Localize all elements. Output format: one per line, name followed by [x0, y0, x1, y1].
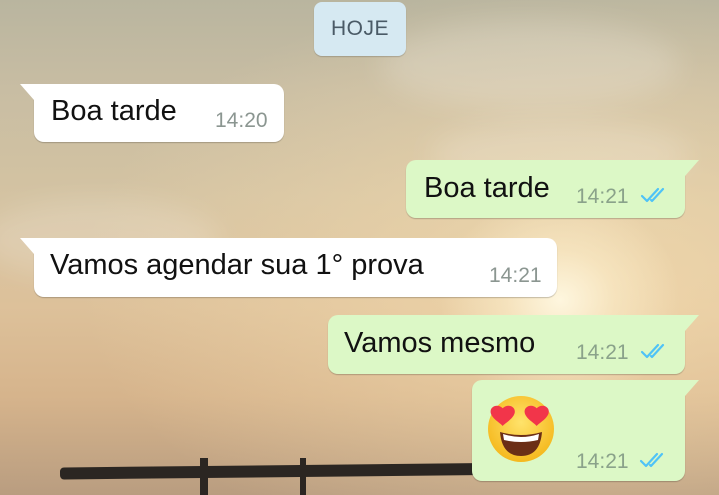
message-text: Boa tarde	[424, 172, 550, 204]
message-time: 14:21	[576, 450, 629, 473]
message-text: Boa tarde	[51, 95, 177, 127]
message-time: 14:20	[215, 109, 268, 132]
message-time: 14:21	[489, 264, 542, 287]
message-bubble-outgoing[interactable]: Vamos mesmo 14:21	[328, 315, 699, 374]
double-check-icon	[640, 343, 665, 359]
message-time: 14:21	[576, 341, 629, 364]
heart-eyes-emoji-icon	[488, 396, 554, 462]
message-text: Vamos mesmo	[344, 327, 536, 359]
message-bubble-outgoing[interactable]: 14:21	[472, 380, 699, 481]
message-bubble-incoming[interactable]: Vamos agendar sua 1° prova 14:21	[20, 238, 557, 297]
date-divider: HOJE	[314, 2, 406, 56]
double-check-icon	[640, 187, 665, 203]
message-bubble-outgoing[interactable]: Boa tarde 14:21	[406, 160, 699, 218]
message-bubble-incoming[interactable]: Boa tarde 14:20	[20, 84, 284, 142]
message-time: 14:21	[576, 185, 629, 208]
message-text: Vamos agendar sua 1° prova	[50, 249, 424, 281]
double-check-icon	[639, 452, 664, 468]
